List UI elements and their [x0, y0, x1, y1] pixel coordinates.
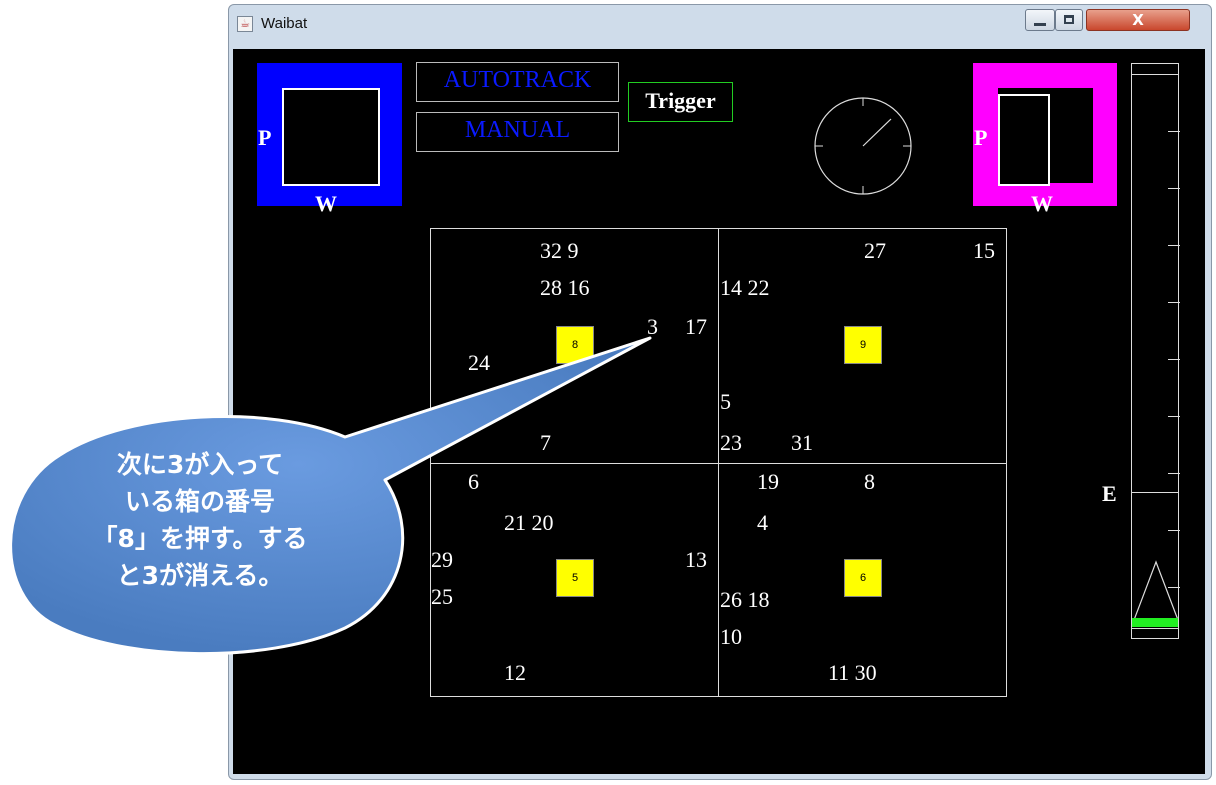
game-canvas[interactable]: P W AUTOTRACK MANUAL Trigger P W 32 9 28…: [233, 49, 1205, 774]
number-label: 8: [864, 469, 875, 494]
gauge-pointer-triangle: [1133, 560, 1179, 621]
java-cup-icon[interactable]: ☕: [237, 16, 253, 32]
app-window: ☕ Waibat X P W AUTOTRACK MANUAL Trigger: [228, 4, 1212, 780]
number-label: 32 9: [540, 238, 579, 263]
number-label: 10: [720, 624, 742, 649]
callout-text: 次に3が入って いる箱の番号 「8」を押す。する と3が消える。: [40, 446, 360, 594]
number-label: 21 20: [504, 510, 554, 535]
number-label: 17: [685, 314, 707, 339]
manual-button[interactable]: MANUAL: [416, 112, 619, 152]
gauge-level-bar: [1132, 618, 1178, 627]
window-title: Waibat: [261, 15, 308, 32]
number-label: 11 30: [828, 660, 877, 685]
number-label: 4: [757, 510, 768, 535]
number-label: 3: [647, 314, 658, 339]
title-bar[interactable]: ☕ Waibat X: [229, 5, 1211, 43]
w-label-right: W: [1031, 191, 1053, 216]
autotrack-button[interactable]: AUTOTRACK: [416, 62, 619, 102]
callout-line: 「8」を押す。する: [92, 524, 308, 553]
number-label: 26 18: [720, 587, 770, 612]
box-button-6[interactable]: 6: [844, 559, 882, 597]
number-label: 6: [468, 469, 479, 494]
pw-indicator-left: P W: [257, 63, 402, 215]
pw-inner-square-left: [282, 88, 380, 186]
w-label-left: W: [315, 191, 337, 216]
number-label: 14 22: [720, 275, 770, 300]
number-label: 31: [791, 430, 813, 455]
box-button-5[interactable]: 5: [556, 559, 594, 597]
clock-dial: [814, 97, 912, 195]
energy-gauge: [1131, 63, 1180, 639]
number-label: 27: [864, 238, 886, 263]
trigger-button[interactable]: Trigger: [628, 82, 733, 122]
p-label-left: P: [258, 125, 272, 150]
number-label: 7: [540, 430, 551, 455]
gauge-label-e: E: [1102, 481, 1117, 506]
number-label: 12: [504, 660, 526, 685]
p-label-right: P: [974, 125, 988, 150]
grid-divider-horizontal: [431, 463, 1006, 464]
number-label: 15: [973, 238, 995, 263]
number-label: 19: [757, 469, 779, 494]
box-grid: 32 9 28 16 3 17 24 7 8 27 15 14 22 5 23 …: [430, 228, 1007, 697]
box-button-9[interactable]: 9: [844, 326, 882, 364]
number-label: 28 16: [540, 275, 590, 300]
number-label: 24: [468, 350, 490, 375]
callout-line: と3が消える。: [116, 561, 284, 590]
minimize-icon: [1034, 23, 1046, 26]
close-icon: X: [1132, 11, 1144, 29]
number-label: 5: [720, 389, 731, 414]
number-label: 23: [720, 430, 742, 455]
number-label: 13: [685, 547, 707, 572]
pw-indicator-right: P W: [973, 63, 1117, 215]
pw-inner-rect-right: [998, 94, 1050, 186]
maximize-icon: [1064, 15, 1074, 24]
gauge-level-line: [1132, 492, 1178, 493]
number-label: 29: [431, 547, 453, 572]
maximize-button[interactable]: [1055, 9, 1083, 31]
number-label: 25: [431, 584, 453, 609]
callout-line: 次に3が入って: [116, 450, 284, 479]
callout-line: いる箱の番号: [124, 487, 275, 516]
box-button-8[interactable]: 8: [556, 326, 594, 364]
minimize-button[interactable]: [1025, 9, 1055, 31]
close-button[interactable]: X: [1086, 9, 1190, 31]
